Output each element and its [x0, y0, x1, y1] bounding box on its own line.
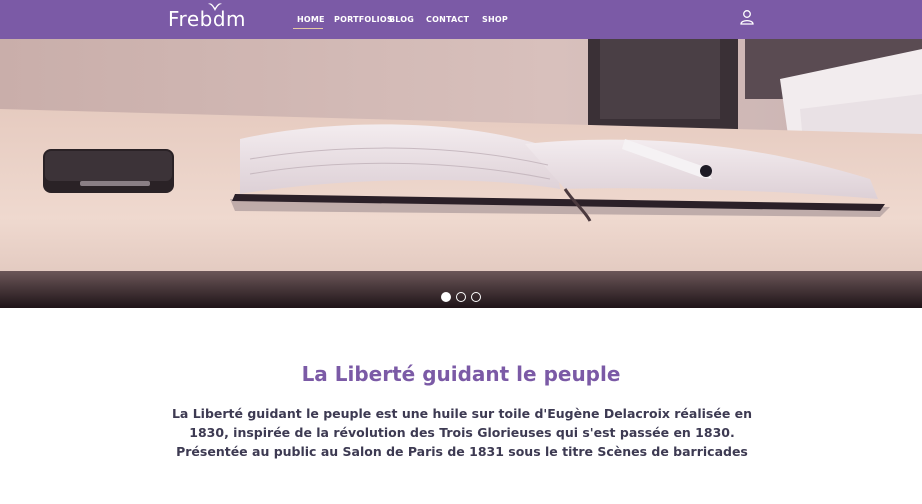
hero-slider[interactable] — [0, 39, 922, 308]
user-icon[interactable] — [739, 9, 755, 25]
nav-item-blog[interactable]: BLOG — [389, 12, 414, 28]
section-body: La Liberté guidant le peuple est une hui… — [171, 406, 753, 459]
site-logo[interactable]: Frebdm — [168, 3, 246, 32]
nav-item-home[interactable]: HOME — [297, 12, 325, 28]
section-title: La Liberté guidant le peuple — [301, 362, 621, 386]
nav-item-contact[interactable]: CONTACT — [426, 12, 469, 28]
slider-dot-2[interactable] — [456, 292, 466, 302]
nav-item-portfolios[interactable]: PORTFOLIOS — [334, 12, 393, 28]
slider-dot-3[interactable] — [471, 292, 481, 302]
bird-icon — [208, 3, 222, 12]
slider-dot-1[interactable] — [441, 292, 451, 302]
nav-item-shop[interactable]: SHOP — [482, 12, 508, 28]
hero-image — [0, 39, 922, 308]
top-navbar: Frebdm HOME PORTFOLIOS BLOG CONTACT SHOP — [0, 0, 922, 39]
slider-pagination — [441, 292, 487, 304]
active-nav-indicator — [293, 28, 323, 29]
